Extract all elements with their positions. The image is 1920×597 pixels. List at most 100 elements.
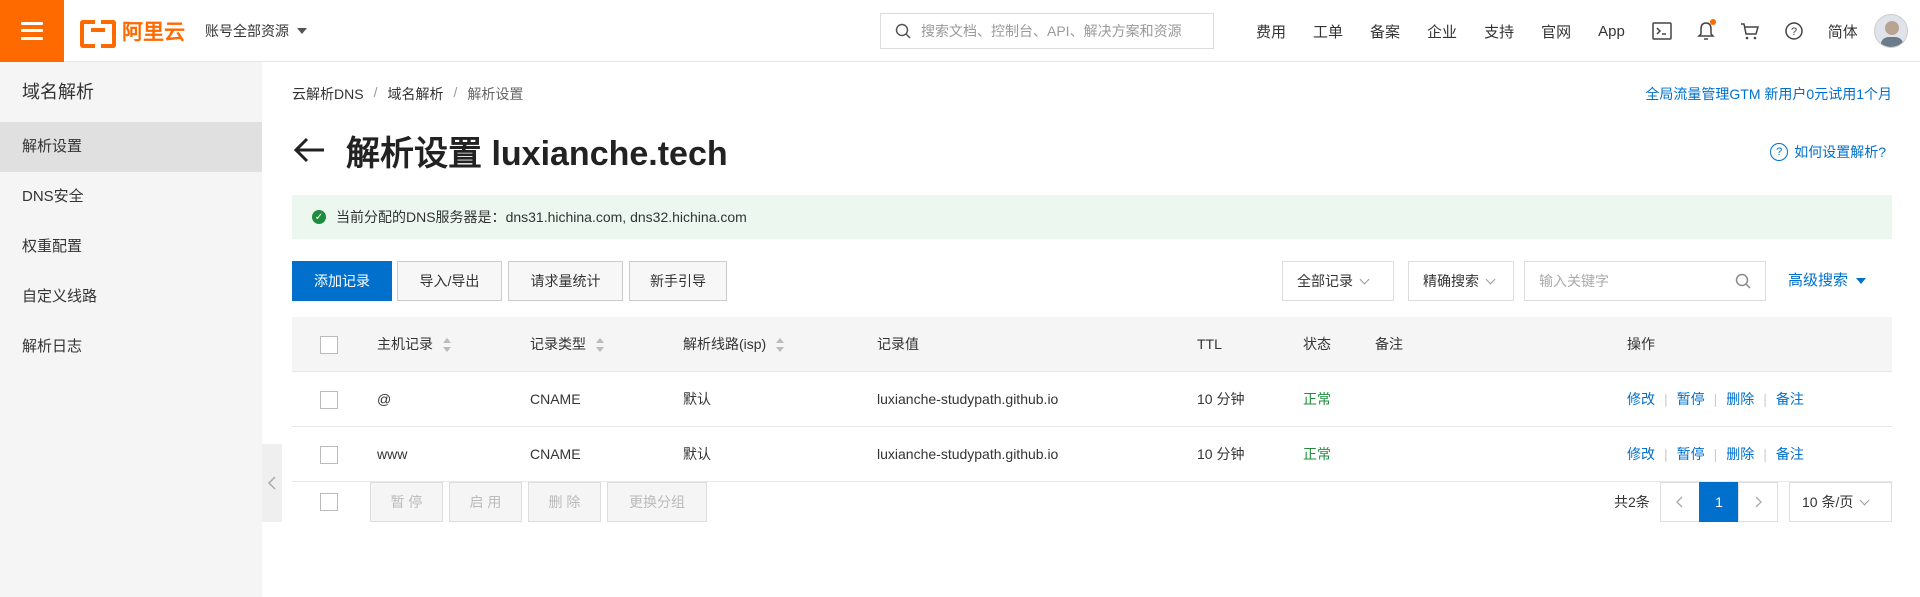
bulk-pause-button[interactable]: 暂 停 — [370, 482, 443, 522]
pause-record-link[interactable]: 暂停 — [1677, 446, 1705, 462]
check-circle-icon: ✓ — [312, 210, 326, 224]
cell-status: 正常 — [1303, 446, 1331, 462]
breadcrumb: 云解析DNS / 域名解析 / 解析设置 — [292, 84, 523, 104]
col-header-note: 备注 — [1375, 336, 1403, 352]
page-size-select[interactable]: 10 条/页 — [1789, 482, 1892, 522]
sidebar-item-dns-security[interactable]: DNS安全 — [0, 172, 262, 222]
col-header-value: 记录值 — [877, 336, 919, 352]
cell-value: luxianche-studypath.github.io — [877, 391, 1059, 407]
account-scope-dropdown[interactable]: 账号全部资源 — [205, 21, 307, 41]
footer-select-all-checkbox[interactable] — [320, 493, 338, 511]
record-toolbar: 添加记录 导入/导出 请求量统计 新手引导 全部记录 精确搜索 输入关键字 高级… — [292, 261, 1892, 301]
breadcrumb-separator: / — [453, 84, 458, 100]
cart-icon[interactable] — [1740, 21, 1760, 41]
how-to-setup-help-link[interactable]: ? 如何设置解析? — [1770, 142, 1886, 162]
cell-ttl: 10 分钟 — [1197, 391, 1245, 407]
sidebar-item-dns-settings[interactable]: 解析设置 — [0, 122, 262, 172]
next-page-button[interactable] — [1738, 482, 1778, 522]
sidebar-collapse-toggle[interactable] — [262, 444, 282, 522]
cell-line: 默认 — [683, 391, 711, 407]
top-nav-links: 费用 工单 备案 企业 支持 官网 App ? 简体 — [1256, 0, 1885, 62]
pause-record-link[interactable]: 暂停 — [1677, 391, 1705, 407]
search-icon — [895, 23, 911, 39]
table-header-row: 主机记录 记录类型 解析线路(isp) 记录值 TTL 状态 备注 操作 — [292, 317, 1892, 372]
gtm-promo-link[interactable]: 全局流量管理GTM 新用户0元试用1个月 — [1645, 84, 1892, 104]
page-size-value: 10 条/页 — [1802, 494, 1854, 510]
cell-value: luxianche-studypath.github.io — [877, 446, 1059, 462]
top-nav-icons: ? 简体 — [1652, 19, 1885, 42]
chevron-right-icon — [1755, 496, 1762, 508]
nav-link-icp-filing[interactable]: 备案 — [1370, 21, 1400, 42]
sidebar-item-dns-log[interactable]: 解析日志 — [0, 322, 262, 372]
note-record-link[interactable]: 备注 — [1776, 391, 1804, 407]
total-count: 共2条 — [1614, 494, 1650, 510]
language-switch[interactable]: 简体 — [1828, 21, 1858, 42]
advanced-search-toggle[interactable]: 高级搜索 — [1788, 261, 1867, 301]
breadcrumb-domain-resolution[interactable]: 域名解析 — [387, 84, 443, 104]
sidebar-item-custom-line[interactable]: 自定义线路 — [0, 272, 262, 322]
col-header-actions: 操作 — [1627, 336, 1655, 352]
brand-name: 阿里云 — [122, 20, 185, 44]
import-export-button[interactable]: 导入/导出 — [397, 261, 502, 301]
select-all-checkbox[interactable] — [320, 336, 338, 354]
page-title: 解析设置 luxianche.tech — [346, 134, 728, 173]
chevron-down-icon — [1859, 495, 1870, 505]
add-record-button[interactable]: 添加记录 — [292, 261, 392, 301]
cell-type: CNAME — [530, 446, 581, 462]
page-number-current[interactable]: 1 — [1699, 482, 1739, 522]
edit-record-link[interactable]: 修改 — [1627, 446, 1655, 462]
account-scope-label: 账号全部资源 — [205, 22, 289, 39]
sidebar-item-weight-config[interactable]: 权重配置 — [0, 222, 262, 272]
nav-link-enterprise[interactable]: 企业 — [1427, 21, 1457, 42]
cell-type: CNAME — [530, 391, 581, 407]
table-row: @ CNAME 默认 luxianche-studypath.github.io… — [292, 372, 1892, 427]
col-header-type[interactable]: 记录类型 — [530, 317, 604, 372]
back-arrow-icon[interactable] — [292, 136, 326, 164]
row-checkbox[interactable] — [320, 446, 338, 464]
hamburger-icon — [21, 21, 43, 40]
sort-icon[interactable] — [596, 338, 604, 353]
caret-down-icon — [1856, 278, 1867, 285]
col-header-line[interactable]: 解析线路(isp) — [683, 317, 785, 372]
bulk-enable-button[interactable]: 启 用 — [449, 482, 522, 522]
chevron-down-icon — [1485, 274, 1496, 284]
nav-link-support[interactable]: 支持 — [1484, 21, 1514, 42]
search-icon[interactable] — [1735, 273, 1751, 289]
nav-link-official-site[interactable]: 官网 — [1541, 21, 1571, 42]
beginner-guide-button[interactable]: 新手引导 — [629, 261, 727, 301]
dns-server-notice: ✓ 当前分配的DNS服务器是： dns31.hichina.com, dns32… — [292, 195, 1892, 239]
row-checkbox[interactable] — [320, 391, 338, 409]
row-actions: 修改 | 暂停 | 删除 | 备注 — [1627, 391, 1804, 407]
table-footer: 暂 停 启 用 删 除 更换分组 共2条 1 10 条/页 — [292, 482, 1892, 522]
sort-icon[interactable] — [776, 338, 785, 353]
bulk-delete-button[interactable]: 删 除 — [528, 482, 601, 522]
terminal-icon[interactable] — [1652, 21, 1672, 41]
record-filter-select[interactable]: 全部记录 — [1282, 261, 1394, 301]
advanced-search-label: 高级搜索 — [1788, 272, 1849, 289]
cell-host: @ — [377, 391, 392, 407]
main-menu-button[interactable] — [0, 0, 64, 62]
nav-link-tickets[interactable]: 工单 — [1313, 21, 1343, 42]
chevron-left-icon — [267, 476, 276, 490]
record-filter-value: 全部记录 — [1297, 273, 1353, 289]
nav-link-fees[interactable]: 费用 — [1256, 21, 1286, 42]
keyword-search-input[interactable]: 输入关键字 — [1524, 261, 1766, 301]
brand-logo[interactable]: 阿里云 — [80, 16, 185, 48]
help-icon[interactable]: ? — [1784, 21, 1804, 41]
breadcrumb-cloud-dns[interactable]: 云解析DNS — [292, 84, 364, 104]
cell-status: 正常 — [1303, 391, 1331, 407]
search-mode-select[interactable]: 精确搜索 — [1408, 261, 1514, 301]
col-header-host[interactable]: 主机记录 — [377, 317, 451, 372]
note-record-link[interactable]: 备注 — [1776, 446, 1804, 462]
request-stats-button[interactable]: 请求量统计 — [508, 261, 623, 301]
delete-record-link[interactable]: 删除 — [1726, 391, 1754, 407]
bulk-change-group-button[interactable]: 更换分组 — [607, 482, 707, 522]
prev-page-button[interactable] — [1660, 482, 1700, 522]
sort-icon[interactable] — [443, 338, 451, 353]
global-search-input[interactable]: 搜索文档、控制台、API、解决方案和资源 — [880, 13, 1214, 49]
nav-link-app[interactable]: App — [1598, 23, 1625, 40]
bell-icon[interactable] — [1696, 19, 1716, 41]
edit-record-link[interactable]: 修改 — [1627, 391, 1655, 407]
user-avatar[interactable] — [1874, 14, 1908, 48]
delete-record-link[interactable]: 删除 — [1726, 446, 1754, 462]
